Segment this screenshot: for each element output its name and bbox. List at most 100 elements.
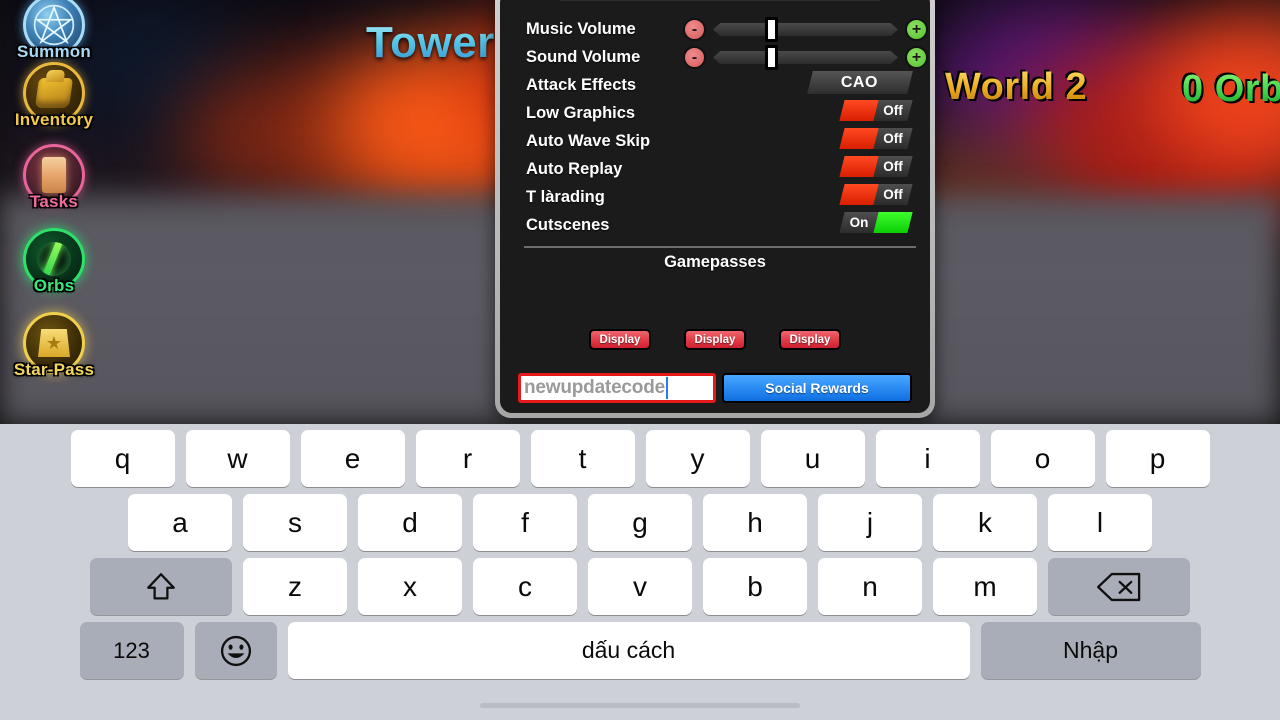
- music-volume-knob[interactable]: [765, 17, 778, 42]
- key-v[interactable]: v: [588, 558, 692, 615]
- key-z[interactable]: z: [243, 558, 347, 615]
- emoji-key[interactable]: [194, 622, 277, 679]
- sound-volume-slider[interactable]: - +: [683, 45, 928, 70]
- setting-label: T làrading: [526, 187, 605, 206]
- sidebar-item-label: Inventory: [14, 110, 94, 129]
- code-input-value: newupdatecode: [524, 377, 665, 398]
- toggle-state-label: Off: [883, 159, 903, 174]
- keyboard-row-4: 123 dấu cách Nhập: [0, 615, 1280, 679]
- key-f[interactable]: f: [473, 494, 577, 551]
- sidebar-item-orbs[interactable]: Orbs: [8, 228, 100, 312]
- keyboard-row-3: z x c v b n m: [0, 551, 1280, 615]
- key-g[interactable]: g: [588, 494, 692, 551]
- cutscenes-toggle[interactable]: On: [839, 212, 913, 233]
- display-button-3[interactable]: Display: [779, 329, 841, 350]
- toggle-state-label: Off: [883, 187, 903, 202]
- sidebar-item-label: Orbs: [33, 276, 75, 295]
- key-n[interactable]: n: [818, 558, 922, 615]
- sound-volume-minus-button[interactable]: -: [683, 46, 706, 69]
- auto-replay-toggle[interactable]: Off: [839, 156, 913, 177]
- home-indicator: [480, 703, 800, 708]
- space-key[interactable]: dấu cách: [287, 622, 970, 679]
- display-button-1[interactable]: Display: [589, 329, 651, 350]
- low-graphics-toggle[interactable]: Off: [839, 100, 913, 121]
- shift-arrow-icon: [147, 572, 175, 599]
- key-s[interactable]: s: [243, 494, 347, 551]
- key-r[interactable]: r: [415, 430, 520, 487]
- settings-panel-inner: Music Volume - + Sound Volume - + Attack…: [500, 0, 930, 413]
- key-y[interactable]: y: [645, 430, 750, 487]
- setting-row-auto-replay: Auto Replay Off: [500, 155, 930, 183]
- attack-effects-picker[interactable]: CAO: [807, 71, 913, 94]
- key-e[interactable]: e: [300, 430, 405, 487]
- settings-panel: Music Volume - + Sound Volume - + Attack…: [495, 0, 935, 418]
- attack-effects-value: CAO: [841, 73, 879, 91]
- music-volume-minus-button[interactable]: -: [683, 18, 706, 41]
- sidebar: Summon Inventory Tasks Orbs ★ Star-Pass: [0, 0, 110, 424]
- sidebar-item-tasks[interactable]: Tasks: [8, 144, 100, 228]
- section-divider: [524, 246, 916, 248]
- toggle-knob: [839, 100, 879, 121]
- key-a[interactable]: a: [128, 494, 232, 551]
- setting-row-music-volume: Music Volume - +: [500, 15, 930, 43]
- music-volume-slider[interactable]: - +: [683, 17, 928, 42]
- setting-row-auto-wave-skip: Auto Wave Skip Off: [500, 127, 930, 155]
- setting-label: Attack Effects: [526, 75, 637, 94]
- trading-toggle[interactable]: Off: [839, 184, 913, 205]
- setting-row-attack-effects: Attack Effects CAO: [500, 71, 930, 99]
- sound-volume-knob[interactable]: [765, 45, 778, 70]
- sound-volume-plus-button[interactable]: +: [905, 46, 928, 69]
- setting-row-low-graphics: Low Graphics Off: [500, 99, 930, 127]
- sidebar-item-label: Tasks: [30, 192, 78, 211]
- display-button-2[interactable]: Display: [684, 329, 746, 350]
- auto-wave-skip-toggle[interactable]: Off: [839, 128, 913, 149]
- code-redeem-bar: newupdatecode Social Rewards: [518, 373, 912, 403]
- orb-icon: [37, 242, 71, 276]
- key-j[interactable]: j: [818, 494, 922, 551]
- setting-label: Sound Volume: [526, 47, 641, 66]
- key-x[interactable]: x: [358, 558, 462, 615]
- key-o[interactable]: o: [990, 430, 1095, 487]
- gamepasses-heading: Gamepasses: [664, 253, 766, 271]
- key-q[interactable]: q: [70, 430, 175, 487]
- enter-key[interactable]: Nhập: [980, 622, 1201, 679]
- key-k[interactable]: k: [933, 494, 1037, 551]
- music-volume-track[interactable]: [713, 23, 898, 36]
- toggle-knob: [839, 156, 879, 177]
- shift-key[interactable]: [90, 558, 232, 615]
- key-i[interactable]: i: [875, 430, 980, 487]
- backspace-key[interactable]: [1048, 558, 1190, 615]
- toggle-state-label: On: [849, 215, 869, 230]
- setting-row-sound-volume: Sound Volume - +: [500, 43, 930, 71]
- keyboard-row-2: a s d f g h j k l: [0, 487, 1280, 551]
- toggle-knob: [839, 128, 879, 149]
- key-d[interactable]: d: [358, 494, 462, 551]
- scene-title-text: Tower: [366, 18, 495, 67]
- key-u[interactable]: u: [760, 430, 865, 487]
- pentagram-icon: [33, 4, 75, 46]
- key-w[interactable]: w: [185, 430, 290, 487]
- toggle-state-label: Off: [883, 131, 903, 146]
- sidebar-item-inventory[interactable]: Inventory: [8, 62, 100, 146]
- setting-label: Music Volume: [526, 19, 636, 38]
- setting-label: Auto Wave Skip: [526, 131, 651, 150]
- toggle-state-label: Off: [883, 103, 903, 118]
- sound-volume-track[interactable]: [713, 51, 898, 64]
- music-volume-plus-button[interactable]: +: [905, 18, 928, 41]
- key-t[interactable]: t: [530, 430, 635, 487]
- key-l[interactable]: l: [1048, 494, 1152, 551]
- key-c[interactable]: c: [473, 558, 577, 615]
- key-m[interactable]: m: [933, 558, 1037, 615]
- toggle-knob: [873, 212, 913, 233]
- sidebar-item-star-pass[interactable]: ★ Star-Pass: [8, 312, 100, 396]
- key-p[interactable]: p: [1105, 430, 1210, 487]
- code-input[interactable]: newupdatecode: [518, 373, 716, 403]
- numeric-mode-key[interactable]: 123: [79, 622, 184, 679]
- settings-option-list: Music Volume - + Sound Volume - + Attack…: [500, 15, 930, 239]
- panel-tab-stub[interactable]: [560, 0, 880, 1]
- gamepass-display-row: Display Display Display: [500, 329, 930, 350]
- key-b[interactable]: b: [703, 558, 807, 615]
- star-badge-icon: ★: [38, 329, 70, 357]
- key-h[interactable]: h: [703, 494, 807, 551]
- social-rewards-button[interactable]: Social Rewards: [722, 373, 912, 403]
